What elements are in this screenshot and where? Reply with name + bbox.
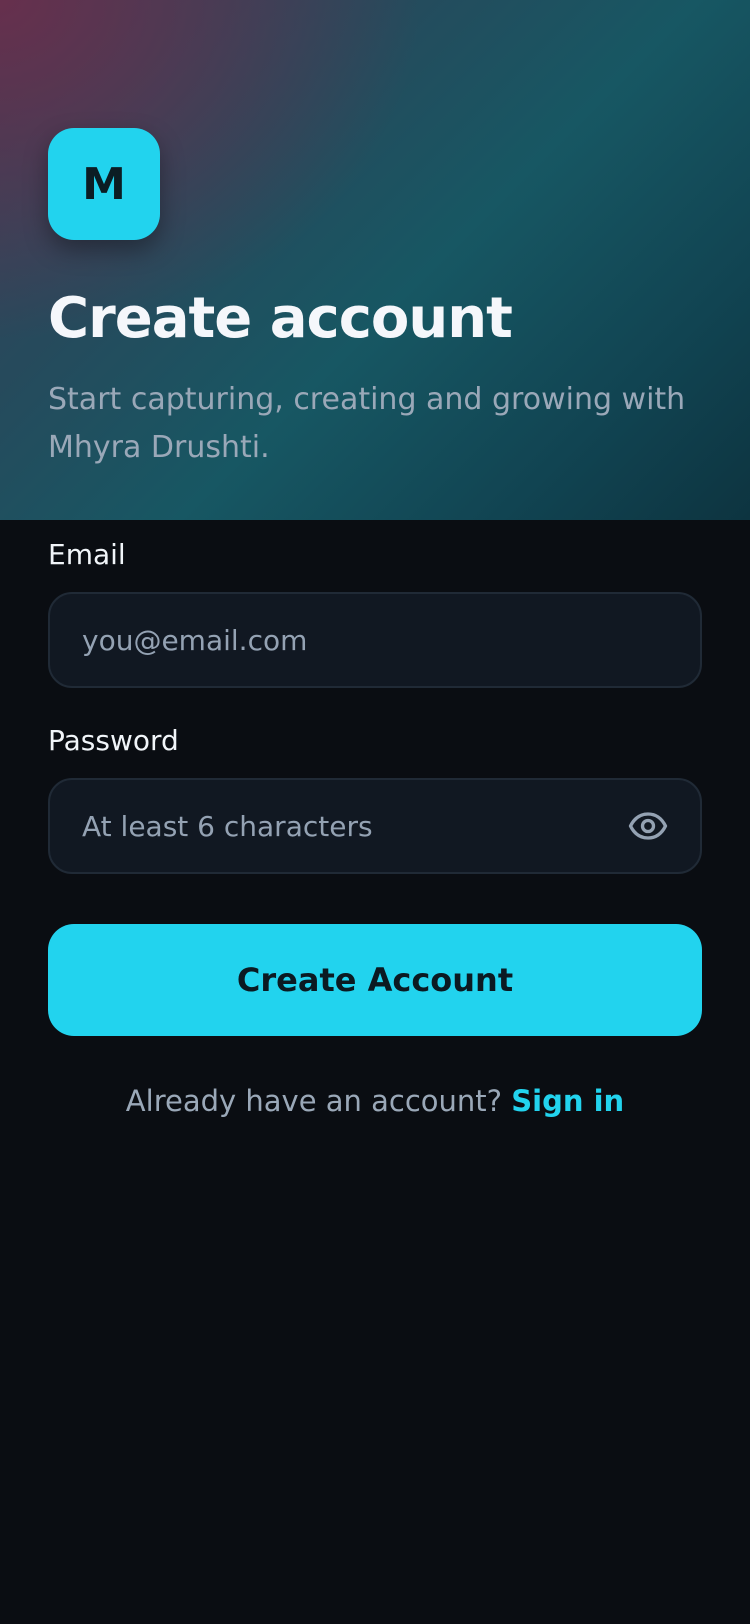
password-field-container: [48, 778, 702, 874]
logo-letter: M: [82, 158, 126, 210]
email-field[interactable]: [82, 594, 622, 686]
signin-link[interactable]: Sign in: [511, 1084, 624, 1118]
signin-prompt: Already have an account? Sign in: [0, 1084, 750, 1118]
create-account-button[interactable]: Create Account: [48, 924, 702, 1036]
email-field-container: [48, 592, 702, 688]
header-hero: M Create account Start capturing, creati…: [0, 0, 750, 520]
password-field[interactable]: [82, 780, 622, 872]
email-label: Email: [48, 538, 126, 571]
password-label: Password: [48, 724, 179, 757]
eye-icon[interactable]: [628, 806, 668, 846]
page-title: Create account: [48, 286, 513, 351]
page-subtitle: Start capturing, creating and growing wi…: [48, 382, 686, 465]
signin-prompt-text: Already have an account?: [125, 1084, 503, 1118]
app-logo: M: [48, 128, 160, 240]
